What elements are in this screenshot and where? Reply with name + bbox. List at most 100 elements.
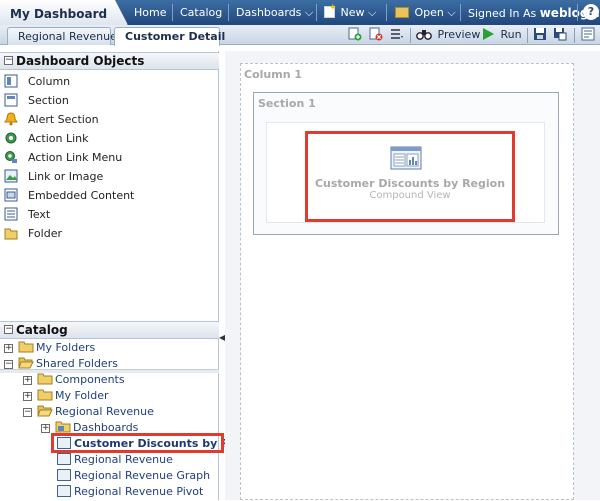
tree-item-regional-revenue[interactable]: Regional Revenue xyxy=(57,453,173,469)
object-label: Action Link xyxy=(28,132,89,145)
global-header: My Dashboard Home Catalog Dashboards ⌵ ✦… xyxy=(0,0,600,25)
chevron-down-icon: ⌵ xyxy=(304,6,314,19)
save-as-icon xyxy=(554,28,567,41)
object-link-or-image[interactable]: Link or Image xyxy=(4,169,103,187)
add-page-icon xyxy=(348,27,362,41)
dashboards-folder-icon xyxy=(55,421,71,433)
collapse-toggle-icon[interactable]: − xyxy=(4,360,13,369)
object-action-link-menu[interactable]: Action Link Menu xyxy=(4,150,122,168)
object-action-link[interactable]: Action Link xyxy=(4,131,88,149)
save-button[interactable] xyxy=(533,27,549,44)
add-page-button[interactable] xyxy=(348,27,364,44)
tab-regional-revenue[interactable]: Regional Revenue xyxy=(7,27,117,45)
chevron-down-icon: ⌵ xyxy=(447,6,456,19)
object-label: Text xyxy=(28,208,51,221)
expand-toggle-icon[interactable]: + xyxy=(23,376,32,385)
signed-in-info[interactable]: Signed In As weblogic ⌵ xyxy=(468,0,600,25)
tree-label: My Folder xyxy=(55,389,109,402)
folder-icon xyxy=(37,373,53,385)
image-link-icon xyxy=(4,169,18,183)
separator xyxy=(527,28,528,43)
separator xyxy=(386,4,387,21)
dashboard-objects-title: Dashboard Objects xyxy=(16,54,145,68)
object-label: Link or Image xyxy=(28,170,104,183)
compound-view-icon xyxy=(390,146,422,170)
help-icon[interactable]: ? xyxy=(583,4,599,20)
object-label: Folder xyxy=(28,227,62,240)
column-label: Column 1 xyxy=(244,68,303,81)
run-icon xyxy=(483,28,494,40)
page-tab-bar: Regional Revenue Customer Detail Preview… xyxy=(0,25,600,46)
page-options-button[interactable] xyxy=(390,27,406,44)
tree-item-components[interactable]: Components xyxy=(37,373,125,389)
folder-icon xyxy=(18,341,34,353)
new-menu[interactable]: ✦ New ⌵ xyxy=(324,0,376,25)
object-alert-section[interactable]: Alert Section xyxy=(4,112,99,130)
preview-button[interactable]: Preview xyxy=(416,27,480,44)
binoculars-icon xyxy=(416,30,432,40)
separator xyxy=(574,28,575,43)
tree-label: Regional Revenue Graph xyxy=(74,469,211,482)
object-column[interactable]: Column xyxy=(4,74,70,92)
tree-label: Regional Revenue Pivot xyxy=(74,485,204,498)
tree-label: Components xyxy=(55,373,125,386)
text-icon xyxy=(4,207,18,221)
collapse-toggle-icon[interactable]: − xyxy=(4,325,13,334)
section-icon xyxy=(4,93,18,107)
separator xyxy=(172,4,173,21)
run-button[interactable]: Run xyxy=(481,27,522,44)
open-menu[interactable]: Open ⌵ xyxy=(395,0,456,25)
tree-item-regional-revenue-graph[interactable]: Regional Revenue Graph xyxy=(57,469,210,485)
expand-toggle-icon[interactable]: + xyxy=(41,424,50,433)
tree-item-regional-revenue-folder[interactable]: Regional Revenue xyxy=(37,405,154,421)
folder-icon xyxy=(395,7,409,18)
object-text[interactable]: Text xyxy=(4,207,50,225)
separator xyxy=(228,4,229,21)
analysis-icon xyxy=(57,469,71,481)
object-embedded-content[interactable]: Embedded Content xyxy=(4,188,134,206)
properties-icon xyxy=(581,27,595,41)
separator xyxy=(460,4,461,21)
bell-icon xyxy=(4,112,18,126)
analysis-icon xyxy=(57,485,71,497)
save-as-button[interactable] xyxy=(553,27,569,44)
catalog-link[interactable]: Catalog xyxy=(180,0,222,25)
collapse-toggle-icon[interactable]: − xyxy=(23,408,32,417)
object-label: Action Link Menu xyxy=(28,151,123,164)
view-title: Customer Discounts by Region xyxy=(314,177,506,190)
tree-label: Regional Revenue xyxy=(74,453,173,466)
separator xyxy=(410,28,411,43)
tree-label: My Folders xyxy=(36,341,96,354)
tree-item-my-folder[interactable]: My Folder xyxy=(37,389,109,405)
gear-icon xyxy=(5,132,17,144)
delete-page-button[interactable] xyxy=(369,27,385,44)
dashboards-menu[interactable]: Dashboards ⌵ xyxy=(236,0,313,25)
expand-toggle-icon[interactable]: + xyxy=(23,392,32,401)
tab-customer-detail[interactable]: Customer Detail xyxy=(114,27,225,46)
object-label: Embedded Content xyxy=(28,189,135,202)
folder-icon xyxy=(4,228,18,240)
separator xyxy=(316,4,317,21)
section-label: Section 1 xyxy=(258,97,316,110)
tree-item-shared-folders[interactable]: Shared Folders xyxy=(18,357,118,373)
open-label: Open xyxy=(414,6,444,19)
tree-item-regional-revenue-pivot[interactable]: Regional Revenue Pivot xyxy=(57,485,203,501)
object-label: Section xyxy=(28,94,69,107)
tree-label: Shared Folders xyxy=(36,357,118,370)
object-folder[interactable]: Folder xyxy=(4,226,62,244)
home-link[interactable]: Home xyxy=(134,0,166,25)
collapse-toggle-icon[interactable]: − xyxy=(4,56,13,65)
dashboard-title-tab[interactable]: My Dashboard xyxy=(0,0,128,25)
dashboard-objects-header[interactable]: Dashboard Objects xyxy=(0,52,219,70)
catalog-header[interactable]: Catalog xyxy=(0,321,219,339)
expand-toggle-icon[interactable]: + xyxy=(4,344,13,353)
embedded-content-icon xyxy=(4,188,18,202)
object-label: Alert Section xyxy=(28,113,99,126)
properties-button[interactable] xyxy=(581,27,597,44)
object-section[interactable]: Section xyxy=(4,93,69,111)
tree-item-my-folders[interactable]: My Folders xyxy=(18,341,95,357)
open-folder-icon xyxy=(37,405,53,417)
delete-page-icon xyxy=(369,27,383,41)
preview-label: Preview xyxy=(437,28,481,41)
view-subtitle: Compound View xyxy=(369,190,451,201)
